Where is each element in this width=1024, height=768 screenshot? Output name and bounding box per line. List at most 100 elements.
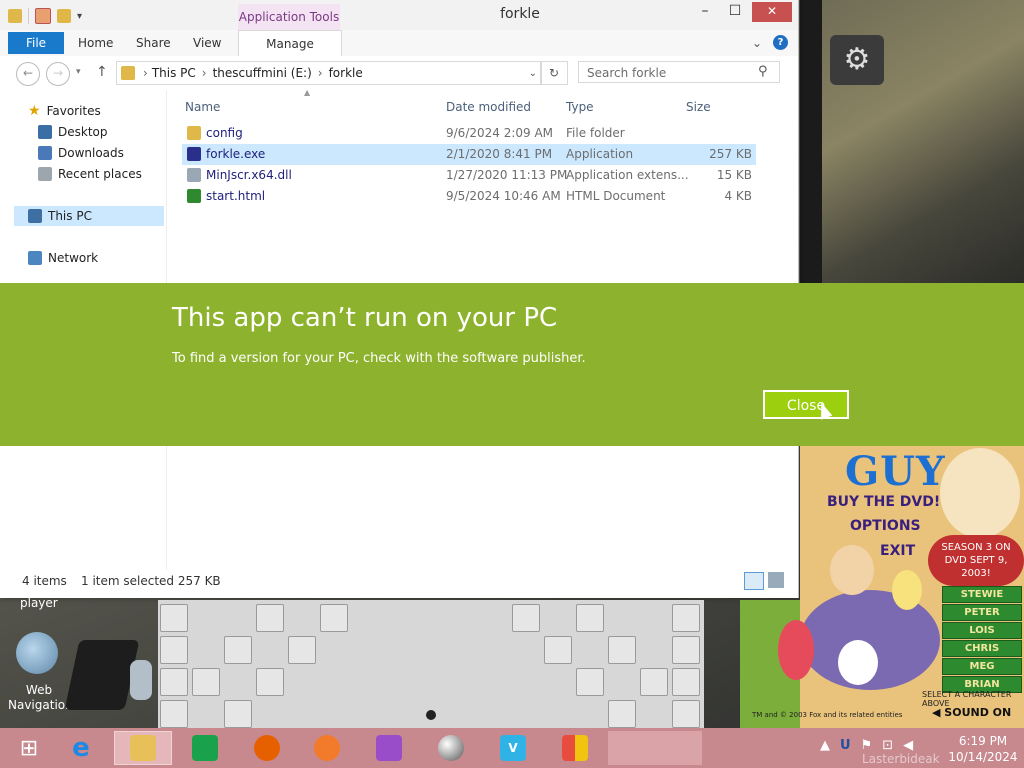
clock[interactable]: 6:19 PM 10/14/2024	[948, 733, 1018, 765]
search-icon[interactable]: ⚲	[758, 64, 768, 79]
game-key[interactable]	[224, 636, 252, 664]
chris-art	[892, 570, 922, 610]
game-key[interactable]	[160, 636, 188, 664]
refresh-button[interactable]: ↻	[540, 61, 568, 85]
game-key[interactable]	[256, 604, 284, 632]
file-row[interactable]: config 9/6/2024 2:09 AM File folder	[182, 123, 756, 144]
game-key[interactable]	[544, 636, 572, 664]
taskbar-internet-explorer[interactable]: e	[52, 731, 110, 765]
game-key[interactable]	[160, 700, 188, 728]
tab-view[interactable]: View	[193, 32, 221, 54]
taskbar-empty-slot[interactable]	[672, 731, 702, 765]
ribbon-collapse-icon[interactable]: ⌄	[752, 36, 762, 50]
game-key[interactable]	[512, 604, 540, 632]
column-header-size[interactable]: Size	[686, 97, 711, 117]
game-key[interactable]	[160, 604, 188, 632]
address-dropdown-icon[interactable]: ⌄	[529, 68, 537, 79]
game-key[interactable]	[160, 668, 188, 696]
forward-button[interactable]: →	[46, 62, 70, 86]
recent-locations-icon[interactable]: ▾	[76, 67, 81, 77]
properties-icon[interactable]	[35, 8, 51, 24]
breadcrumb-this-pc[interactable]: This PC	[152, 66, 196, 80]
character-stewie[interactable]: STEWIE	[942, 586, 1022, 603]
new-folder-icon[interactable]	[57, 9, 71, 23]
exit-button[interactable]: EXIT	[880, 543, 915, 559]
dropdown-arrow-icon[interactable]: ▾	[77, 11, 82, 22]
taskbar-paint[interactable]	[298, 731, 356, 765]
large-icons-view-icon[interactable]	[768, 572, 784, 588]
character-chris[interactable]: CHRIS	[942, 640, 1022, 657]
maximize-button[interactable]: ☐	[718, 2, 752, 22]
taskbar-store[interactable]	[176, 731, 234, 765]
minimize-button[interactable]: –	[688, 2, 722, 22]
breadcrumb-drive[interactable]: thescuffmini (E:)	[213, 66, 312, 80]
clock-date: 10/14/2024	[948, 750, 1018, 764]
game-key[interactable]	[192, 668, 220, 696]
gear-icon[interactable]: ⚙	[830, 35, 884, 85]
sound-toggle[interactable]: ◀ SOUND ON	[932, 706, 1011, 719]
file-row[interactable]: forkle.exe 2/1/2020 8:41 PM Application 257…	[182, 144, 756, 165]
taskbar-file-explorer[interactable]	[114, 731, 172, 765]
game-key[interactable]	[640, 668, 668, 696]
sidebar-item-favorites[interactable]: ★ Favorites	[28, 101, 101, 121]
taskbar-office[interactable]	[546, 731, 604, 765]
help-icon[interactable]: ?	[773, 35, 788, 50]
game-key[interactable]	[672, 668, 700, 696]
sidebar-item-this-pc[interactable]: This PC	[28, 206, 92, 226]
character-meg[interactable]: MEG	[942, 658, 1022, 675]
game-key[interactable]	[256, 668, 284, 696]
tab-manage[interactable]: Manage	[238, 30, 342, 57]
buy-dvd-button[interactable]: BUY THE DVD!	[827, 494, 940, 510]
action-center-icon[interactable]: ⚑	[861, 738, 873, 753]
tab-share[interactable]: Share	[136, 32, 171, 54]
desktop-icon-player-label[interactable]: player	[20, 596, 58, 610]
details-view-icon[interactable]	[744, 572, 764, 590]
game-key[interactable]	[576, 604, 604, 632]
sound-label: SOUND ON	[944, 706, 1012, 719]
sidebar-item-downloads[interactable]: Downloads	[38, 143, 124, 163]
game-key[interactable]	[288, 636, 316, 664]
desktop-icon-web-navigation-label[interactable]: Web Navigation	[8, 683, 73, 713]
address-bar[interactable]: › This PC › thescuffmini (E:) › forkle ⌄	[116, 61, 542, 85]
game-key[interactable]	[320, 604, 348, 632]
folder-icon[interactable]	[8, 9, 22, 23]
taskbar-firefox[interactable]	[238, 731, 296, 765]
character-peter[interactable]: PETER	[942, 604, 1022, 621]
sidebar-item-desktop[interactable]: Desktop	[38, 122, 108, 142]
exe-icon	[187, 147, 201, 161]
taskbar-marble[interactable]	[422, 731, 480, 765]
column-header-name[interactable]: Name	[185, 97, 220, 117]
network-icon[interactable]: ⊡	[882, 738, 893, 753]
game-key[interactable]	[672, 636, 700, 664]
tray-app-icon[interactable]: U	[840, 738, 851, 753]
sidebar-item-recent-places[interactable]: Recent places	[38, 164, 142, 184]
up-arrow-icon[interactable]: ↑	[96, 64, 108, 80]
game-key[interactable]	[672, 604, 700, 632]
game-key[interactable]	[672, 700, 700, 728]
breadcrumb-forkle[interactable]: forkle	[329, 66, 363, 80]
game-key[interactable]	[224, 700, 252, 728]
start-button[interactable]: ⊞	[0, 731, 58, 765]
close-window-button[interactable]: ✕	[752, 2, 792, 22]
game-key[interactable]	[576, 668, 604, 696]
taskbar-vimeo[interactable]: V	[484, 731, 542, 765]
game-key[interactable]	[608, 700, 636, 728]
dialog-message: To find a version for your PC, check wit…	[172, 351, 586, 366]
web-navigation-icon[interactable]	[16, 632, 58, 674]
column-header-date[interactable]: Date modified	[446, 97, 531, 117]
back-button[interactable]: ←	[16, 62, 40, 86]
volume-icon[interactable]: ◀	[903, 738, 913, 753]
close-button[interactable]: Close	[763, 390, 849, 419]
tab-file[interactable]: File	[8, 32, 64, 54]
file-row[interactable]: start.html 9/5/2024 10:46 AM HTML Document…	[182, 186, 756, 207]
search-input[interactable]: Search forkle	[578, 61, 780, 83]
game-key[interactable]	[608, 636, 636, 664]
tab-home[interactable]: Home	[78, 32, 113, 54]
options-button[interactable]: OPTIONS	[850, 518, 921, 534]
show-hidden-icons-icon[interactable]: ▲	[820, 738, 830, 753]
sidebar-item-network[interactable]: Network	[28, 248, 98, 268]
file-row[interactable]: MinJscr.x64.dll 1/27/2020 11:13 PM Applica…	[182, 165, 756, 186]
taskbar-game[interactable]	[360, 731, 418, 765]
character-lois[interactable]: LOIS	[942, 622, 1022, 639]
column-header-type[interactable]: Type	[566, 97, 594, 117]
